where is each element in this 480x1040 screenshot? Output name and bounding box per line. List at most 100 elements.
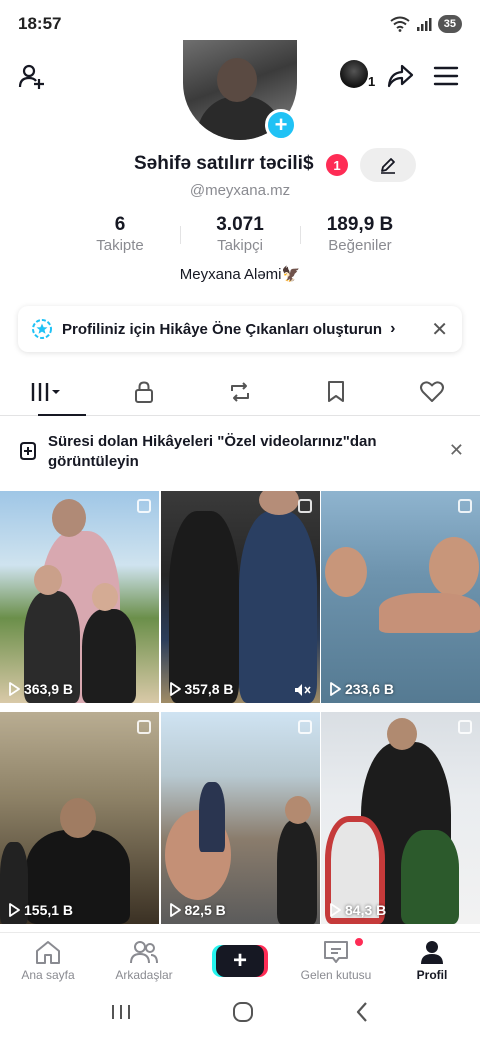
inbox-icon <box>324 941 348 963</box>
view-count: 363,9 B <box>8 681 73 697</box>
share-icon <box>387 64 414 88</box>
recent-apps-icon <box>112 1004 130 1019</box>
nav-profile[interactable]: Profil <box>384 933 480 988</box>
hamburger-menu-icon <box>433 66 459 86</box>
multi-photo-icon <box>458 499 472 513</box>
video-tile[interactable]: 363,9 B <box>0 491 159 703</box>
video-tile[interactable]: 155,1 B <box>0 712 159 924</box>
nav-label: Arkadaşlar <box>115 968 173 982</box>
tab-favorites[interactable] <box>288 368 384 415</box>
tab-videos[interactable] <box>0 368 96 416</box>
nav-label: Profil <box>416 968 448 982</box>
battery-indicator: 35 <box>437 15 462 33</box>
stat-value: 6 <box>114 214 126 235</box>
lock-icon <box>135 380 153 403</box>
stat-value: 189,9 B <box>326 214 394 235</box>
view-count: 357,8 B <box>169 681 234 697</box>
add-user-icon <box>18 64 44 89</box>
friends-icon <box>130 941 158 964</box>
multi-photo-icon <box>458 720 472 734</box>
video-tile[interactable]: 357,8 B <box>160 491 320 703</box>
add-story-icon <box>20 442 36 460</box>
home-circle-icon <box>233 1001 253 1022</box>
back-chevron-icon <box>356 1001 367 1022</box>
edit-profile-button[interactable] <box>360 148 416 182</box>
stat-label: Beğeniler <box>328 237 392 254</box>
play-icon <box>169 682 181 696</box>
play-icon <box>9 903 20 917</box>
status-indicators: 35 <box>390 15 462 33</box>
video-tile[interactable]: 82,5 B <box>160 712 320 924</box>
stat-label: Takipte <box>96 237 144 254</box>
video-tile[interactable]: 233,6 B <box>321 491 480 703</box>
profile-avatar-wrap: + <box>183 40 297 141</box>
play-icon <box>9 682 20 696</box>
tab-private[interactable] <box>96 368 192 415</box>
tab-liked[interactable] <box>384 368 480 415</box>
view-count: 233,6 B <box>329 681 394 697</box>
menu-button[interactable] <box>430 60 462 92</box>
stat-value: 3.071 <box>216 214 264 235</box>
stat-following[interactable]: 6 Takipte <box>60 214 180 258</box>
signal-icon <box>416 18 432 31</box>
stat-likes[interactable]: 189,9 B Beğeniler <box>300 214 420 258</box>
play-icon <box>330 682 341 696</box>
nav-create[interactable]: + <box>192 933 288 988</box>
system-navigation-bar <box>0 988 480 1040</box>
video-grid: 363,9 B 357,8 B 233,6 B 155,1 B 82,5 B 8… <box>0 491 480 931</box>
profile-tabs <box>0 368 480 416</box>
nav-label: Ana sayfa <box>21 968 75 982</box>
view-count: 82,5 B <box>169 902 226 918</box>
stat-followers[interactable]: 3.071 Takipçi <box>180 214 300 258</box>
avatar-face <box>217 58 257 102</box>
switch-account-avatar[interactable] <box>340 60 368 88</box>
view-count-value: 233,6 B <box>345 681 395 697</box>
video-tile[interactable]: 84,3 B <box>321 712 480 924</box>
multi-photo-icon <box>137 499 151 513</box>
view-count-value: 84,3 B <box>345 902 387 918</box>
account-count: 1 <box>368 74 376 89</box>
bottom-navigation: Ana sayfa Arkadaşlar + Gelen kutusu Prof… <box>0 932 480 988</box>
nav-inbox[interactable]: Gelen kutusu <box>288 933 384 988</box>
play-icon <box>330 903 341 917</box>
play-icon <box>169 903 181 917</box>
multi-photo-icon <box>297 499 312 513</box>
profile-bio: Meyxana Aləmi🦅 <box>179 266 301 283</box>
nav-label: Gelen kutusu <box>300 968 372 982</box>
plus-icon: + <box>232 946 247 974</box>
bookmark-icon <box>328 380 344 402</box>
grid-bars-icon <box>31 382 60 401</box>
story-highlights-banner[interactable]: Profiliniz için Hikâye Öne Çıkanları olu… <box>18 306 462 352</box>
heart-icon <box>420 380 444 402</box>
back-system-button[interactable] <box>354 1001 370 1028</box>
status-time: 18:57 <box>18 14 62 33</box>
add-story-button[interactable]: + <box>265 109 297 141</box>
home-icon <box>36 941 60 964</box>
view-count-value: 82,5 B <box>184 902 226 918</box>
banner-close-button[interactable]: ✕ <box>431 317 448 342</box>
notice-close-button[interactable]: ✕ <box>449 440 464 461</box>
profile-icon <box>421 941 443 964</box>
wifi-icon <box>390 16 410 32</box>
name-row: Səhifə satılırr təcili$ 1 <box>0 148 480 184</box>
share-profile-button[interactable] <box>384 60 416 92</box>
add-friend-button[interactable] <box>16 60 48 92</box>
pencil-icon <box>381 158 395 174</box>
home-system-button[interactable] <box>232 1001 254 1028</box>
view-count-value: 357,8 B <box>184 681 234 697</box>
nav-home[interactable]: Ana sayfa <box>0 933 96 988</box>
view-count: 155,1 B <box>8 902 73 918</box>
multi-photo-icon <box>297 720 312 734</box>
tab-reposts[interactable] <box>192 368 288 415</box>
stat-label: Takipçi <box>217 237 263 254</box>
notification-badge[interactable]: 1 <box>326 154 348 176</box>
create-button[interactable]: + <box>216 944 264 977</box>
multi-photo-icon <box>137 720 151 734</box>
nav-friends[interactable]: Arkadaşlar <box>96 933 192 988</box>
profile-handle: @meyxana.mz <box>189 182 291 199</box>
chevron-right-icon: › <box>390 320 396 337</box>
recent-apps-button[interactable] <box>110 1003 132 1026</box>
expired-stories-notice[interactable]: Süresi dolan Hikâyeleri "Özel videoların… <box>18 432 464 476</box>
profile-stats: 6 Takipte 3.071 Takipçi 189,9 B Beğenile… <box>60 214 420 258</box>
repost-icon <box>231 381 249 402</box>
